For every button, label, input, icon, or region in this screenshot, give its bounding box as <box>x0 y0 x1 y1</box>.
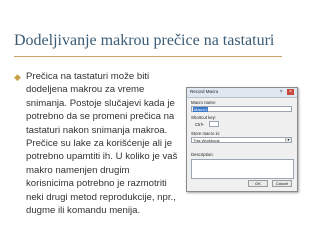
shortcut-key-label: Shortcut key: <box>191 115 217 120</box>
bullet-text: Prečica na tastaturi može biti dodeljena… <box>26 70 184 217</box>
cancel-button[interactable]: Cancel <box>272 180 292 187</box>
dialog-titlebar: Record Macro ? × <box>187 88 297 98</box>
bullet-line: Prečica na tastaturi može biti <box>26 71 150 82</box>
macro-name-label: Macro name: <box>191 100 217 105</box>
shortcut-key-input[interactable] <box>209 121 219 127</box>
description-textarea[interactable] <box>191 159 294 179</box>
close-button[interactable]: × <box>287 89 294 95</box>
store-macro-value: This Workbook <box>193 138 220 143</box>
title-divider <box>14 56 282 57</box>
macro-name-input[interactable]: Macro1 <box>191 106 292 112</box>
slide: Dodeljivanje makrou prečice na tastaturi… <box>0 0 320 240</box>
bullet-line: makro namenjen drugim <box>26 164 130 176</box>
bullet-line: dugme ili komandu menija. <box>26 205 141 217</box>
description-label: Description: <box>191 152 214 157</box>
bullet-line: tastaturi nakon snimanja makroa. <box>26 124 168 136</box>
store-macro-select[interactable]: This Workbook ▼ <box>191 137 292 143</box>
slide-title: Dodeljivanje makrou prečice na tastaturi <box>14 32 275 49</box>
chevron-down-icon: ▼ <box>285 138 291 142</box>
shortcut-prefix: Ctrl+ <box>195 122 205 127</box>
macro-name-value: Macro1 <box>193 107 209 112</box>
bullet-line: neki drugi metod reprodukcije, npr., <box>26 191 176 203</box>
bullet-line: potrebno upamtiti ih. U koliko je vaš <box>26 151 178 163</box>
bullet-line: snimanja. Postoje slučajevi kada je <box>26 97 175 109</box>
diamond-bullet-icon: ◆ <box>14 72 21 82</box>
dialog-title: Record Macro <box>190 89 219 94</box>
bullet-line: dodeljena makrou za vreme <box>26 84 145 96</box>
ok-button[interactable]: OK <box>248 180 268 187</box>
help-button[interactable]: ? <box>278 89 284 95</box>
bullet-line: Prečice su lake za korišćenje ali je <box>26 138 173 150</box>
bullet-line: korisnicima potrebno je razmotriti <box>26 178 167 190</box>
record-macro-dialog: Record Macro ? × Macro name: Macro1 Shor… <box>186 87 298 192</box>
bullet-line: potrebno da se promeni prečica na <box>26 111 175 123</box>
store-macro-label: Store macro in: <box>191 131 221 136</box>
